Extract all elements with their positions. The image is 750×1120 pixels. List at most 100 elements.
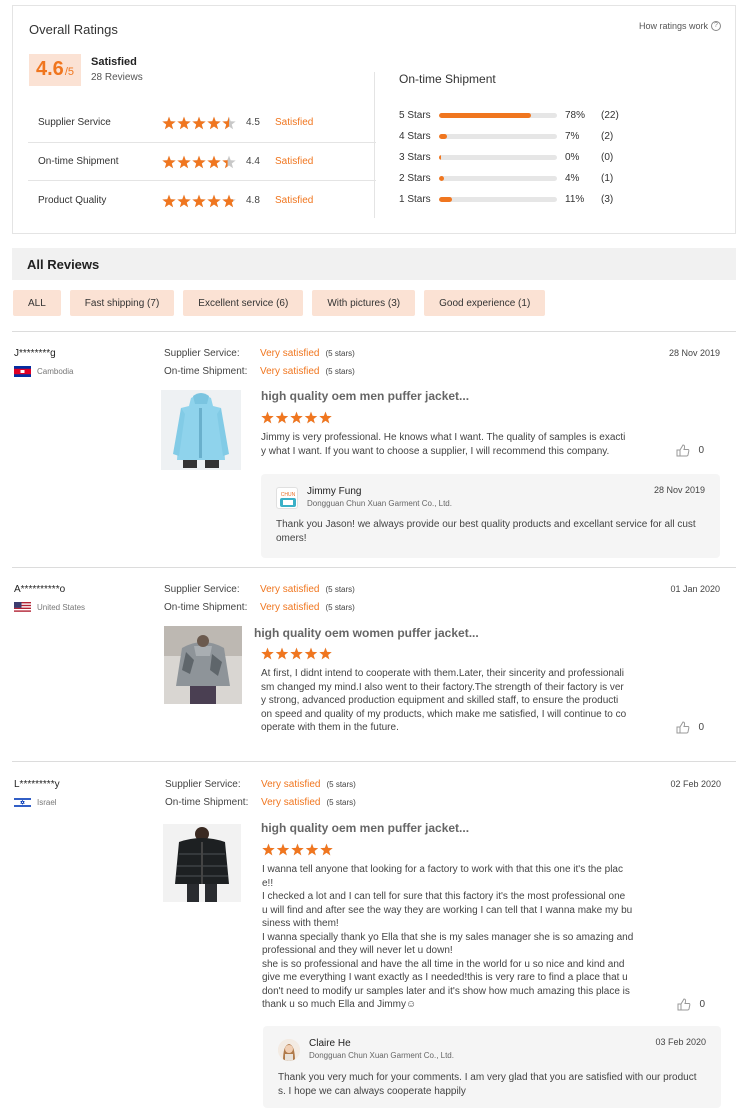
- on-time-shipment-value: Very satisfied: [261, 797, 321, 808]
- thumbs-up-icon: [676, 444, 690, 457]
- usa-flag-icon: [14, 602, 31, 613]
- supplier-service-stars: (5 stars): [325, 585, 355, 594]
- supplier-service-label: Supplier Service:: [164, 584, 240, 595]
- filter-chip-with-pictures[interactable]: With pictures (3): [312, 290, 416, 316]
- how-ratings-work-link[interactable]: How ratings work ?: [639, 21, 721, 31]
- reply-text: Thank you Jason! we always provide our b…: [276, 519, 696, 544]
- like-count: 0: [699, 999, 705, 1010]
- distribution-label: 1 Stars: [399, 194, 431, 205]
- category-row-on-time-shipment[interactable]: On-time Shipment 4.4 Satisfied: [28, 142, 376, 181]
- review-item: A**********o United States Supplier Serv…: [0, 568, 750, 760]
- supplier-service-value: Very satisfied: [260, 348, 320, 359]
- distribution-bar-fill: [439, 134, 448, 139]
- distribution-count: (2): [601, 131, 614, 142]
- svg-text:CHUN: CHUN: [281, 492, 296, 498]
- distribution-row-5: 5 Stars 78% (22): [399, 105, 719, 126]
- star-icon: [262, 843, 275, 856]
- star-icon: [162, 155, 176, 169]
- distribution-bar: [439, 134, 557, 139]
- category-score: 4.5: [246, 117, 260, 128]
- product-image[interactable]: [163, 824, 241, 902]
- distribution-bar-fill: [439, 155, 441, 160]
- like-button[interactable]: 0: [676, 721, 704, 734]
- reviewer-name: A**********o: [14, 584, 66, 595]
- reply-date: 28 Nov 2019: [653, 485, 705, 495]
- star-icon: [276, 843, 290, 856]
- reply-author-name: Jimmy Fung: [307, 486, 362, 497]
- star-icon: [192, 194, 206, 208]
- overall-ratings-title: Overall Ratings: [29, 22, 118, 37]
- distribution-bar: [439, 155, 557, 160]
- product-title-link[interactable]: high quality oem men puffer jacket...: [261, 821, 469, 835]
- like-count: 0: [698, 722, 704, 733]
- on-time-shipment-label: On-time Shipment:: [164, 602, 248, 613]
- review-text: Jimmy is very professional. He knows wha…: [261, 432, 626, 457]
- distribution-count: (1): [601, 173, 614, 184]
- distribution-count: (0): [601, 152, 614, 163]
- distribution-row-1: 1 Stars 11% (3): [399, 189, 719, 210]
- supplier-service-stars: (5 stars): [325, 349, 355, 358]
- category-status: Satisfied: [275, 156, 314, 167]
- product-title-link[interactable]: high quality oem men puffer jacket...: [261, 389, 469, 403]
- category-row-supplier-service[interactable]: Supplier Service 4.5 Satisfied: [28, 103, 376, 142]
- supplier-reply: CHUN Jimmy Fung Dongguan Chun Xuan Garme…: [261, 474, 720, 558]
- reviewer-country: Israel: [14, 797, 57, 808]
- reply-author-name: Claire He: [309, 1038, 351, 1049]
- distribution-label: 3 Stars: [399, 152, 431, 163]
- on-time-shipment-stars: (5 stars): [325, 367, 355, 376]
- on-time-shipment-stars: (5 stars): [325, 603, 355, 612]
- supplier-service-rating: Supplier Service: Very satisfied (5 stars): [165, 779, 356, 790]
- distribution-count: (22): [601, 110, 619, 121]
- star-icon: [222, 116, 236, 130]
- person-avatar-icon: [278, 1039, 300, 1061]
- distribution-bar-fill: [439, 197, 452, 202]
- reviewer-country: United States: [14, 602, 85, 613]
- on-time-shipment-label: On-time Shipment:: [165, 797, 249, 808]
- like-button[interactable]: 0: [676, 444, 704, 457]
- star-icon: [207, 116, 221, 130]
- review-stars: [261, 411, 332, 424]
- star-icon: [275, 647, 289, 660]
- reviewer-country-name: United States: [37, 603, 86, 612]
- distribution-percent: 7%: [565, 131, 580, 142]
- star-icon: [319, 647, 332, 660]
- star-icon: [261, 647, 274, 660]
- on-time-shipment-label: On-time Shipment:: [164, 366, 248, 377]
- product-image[interactable]: [161, 390, 241, 470]
- like-button[interactable]: 0: [677, 998, 705, 1011]
- supplier-service-rating: Supplier Service: Very satisfied (5 stars): [164, 584, 355, 595]
- category-row-product-quality[interactable]: Product Quality 4.8 Satisfied: [28, 181, 376, 220]
- distribution-row-2: 2 Stars 4% (1): [399, 168, 719, 189]
- distribution-title: On-time Shipment: [399, 72, 496, 86]
- product-title-link[interactable]: high quality oem women puffer jacket...: [254, 626, 479, 640]
- on-time-shipment-stars: (5 stars): [326, 798, 356, 807]
- filter-chip-fast-shipping[interactable]: Fast shipping (7): [69, 290, 175, 316]
- review-text: At first, I didnt intend to cooperate wi…: [261, 668, 627, 733]
- star-icon: [275, 411, 289, 424]
- all-reviews-header: All Reviews: [12, 248, 736, 280]
- star-icon: [304, 411, 318, 424]
- category-stars: [162, 155, 236, 169]
- reply-text: Thank you very much for your comments. I…: [278, 1072, 697, 1097]
- category-stars: [162, 116, 236, 130]
- filter-chip-good-experience[interactable]: Good experience (1): [424, 290, 546, 316]
- overall-review-count: 28 Reviews: [91, 72, 143, 83]
- review-date: 28 Nov 2019: [668, 348, 720, 358]
- all-reviews-title: All Reviews: [27, 257, 100, 272]
- star-icon: [290, 647, 303, 660]
- filter-chip-all[interactable]: ALL: [13, 290, 61, 316]
- category-status: Satisfied: [275, 117, 314, 128]
- review-filters: ALL Fast shipping (7) Excellent service …: [13, 290, 546, 316]
- filter-chip-excellent-service[interactable]: Excellent service (6): [183, 290, 304, 316]
- category-name: On-time Shipment: [38, 156, 119, 167]
- category-score: 4.8: [246, 195, 260, 206]
- thumbs-up-icon: [677, 998, 691, 1011]
- star-icon: [162, 194, 176, 208]
- category-name: Product Quality: [38, 195, 107, 206]
- distribution-bar-fill: [439, 113, 532, 118]
- supplier-service-label: Supplier Service:: [164, 348, 240, 359]
- reviewer-country-name: Israel: [37, 798, 57, 807]
- product-image[interactable]: [164, 626, 242, 704]
- star-icon: [290, 411, 303, 424]
- cambodia-flag-icon: [14, 366, 31, 377]
